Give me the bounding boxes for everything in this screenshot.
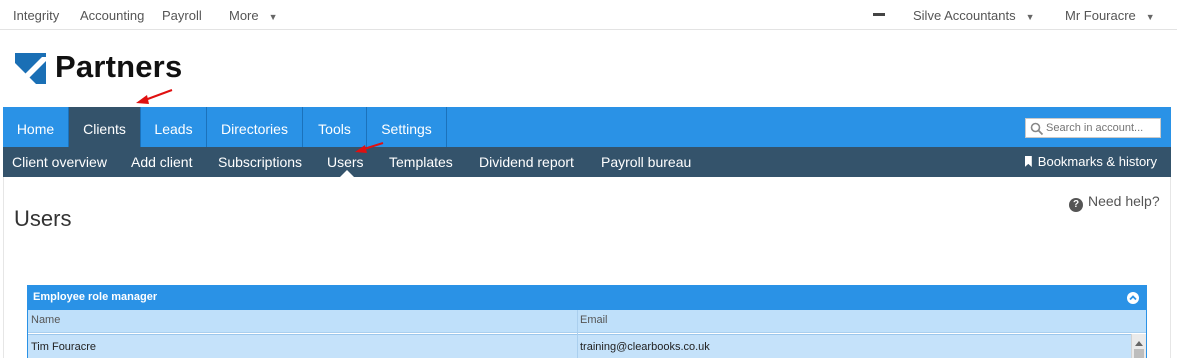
annotation-arrow-users bbox=[355, 142, 384, 153]
annotation-arrow-clients bbox=[136, 89, 173, 104]
annotation-arrows bbox=[136, 89, 384, 153]
